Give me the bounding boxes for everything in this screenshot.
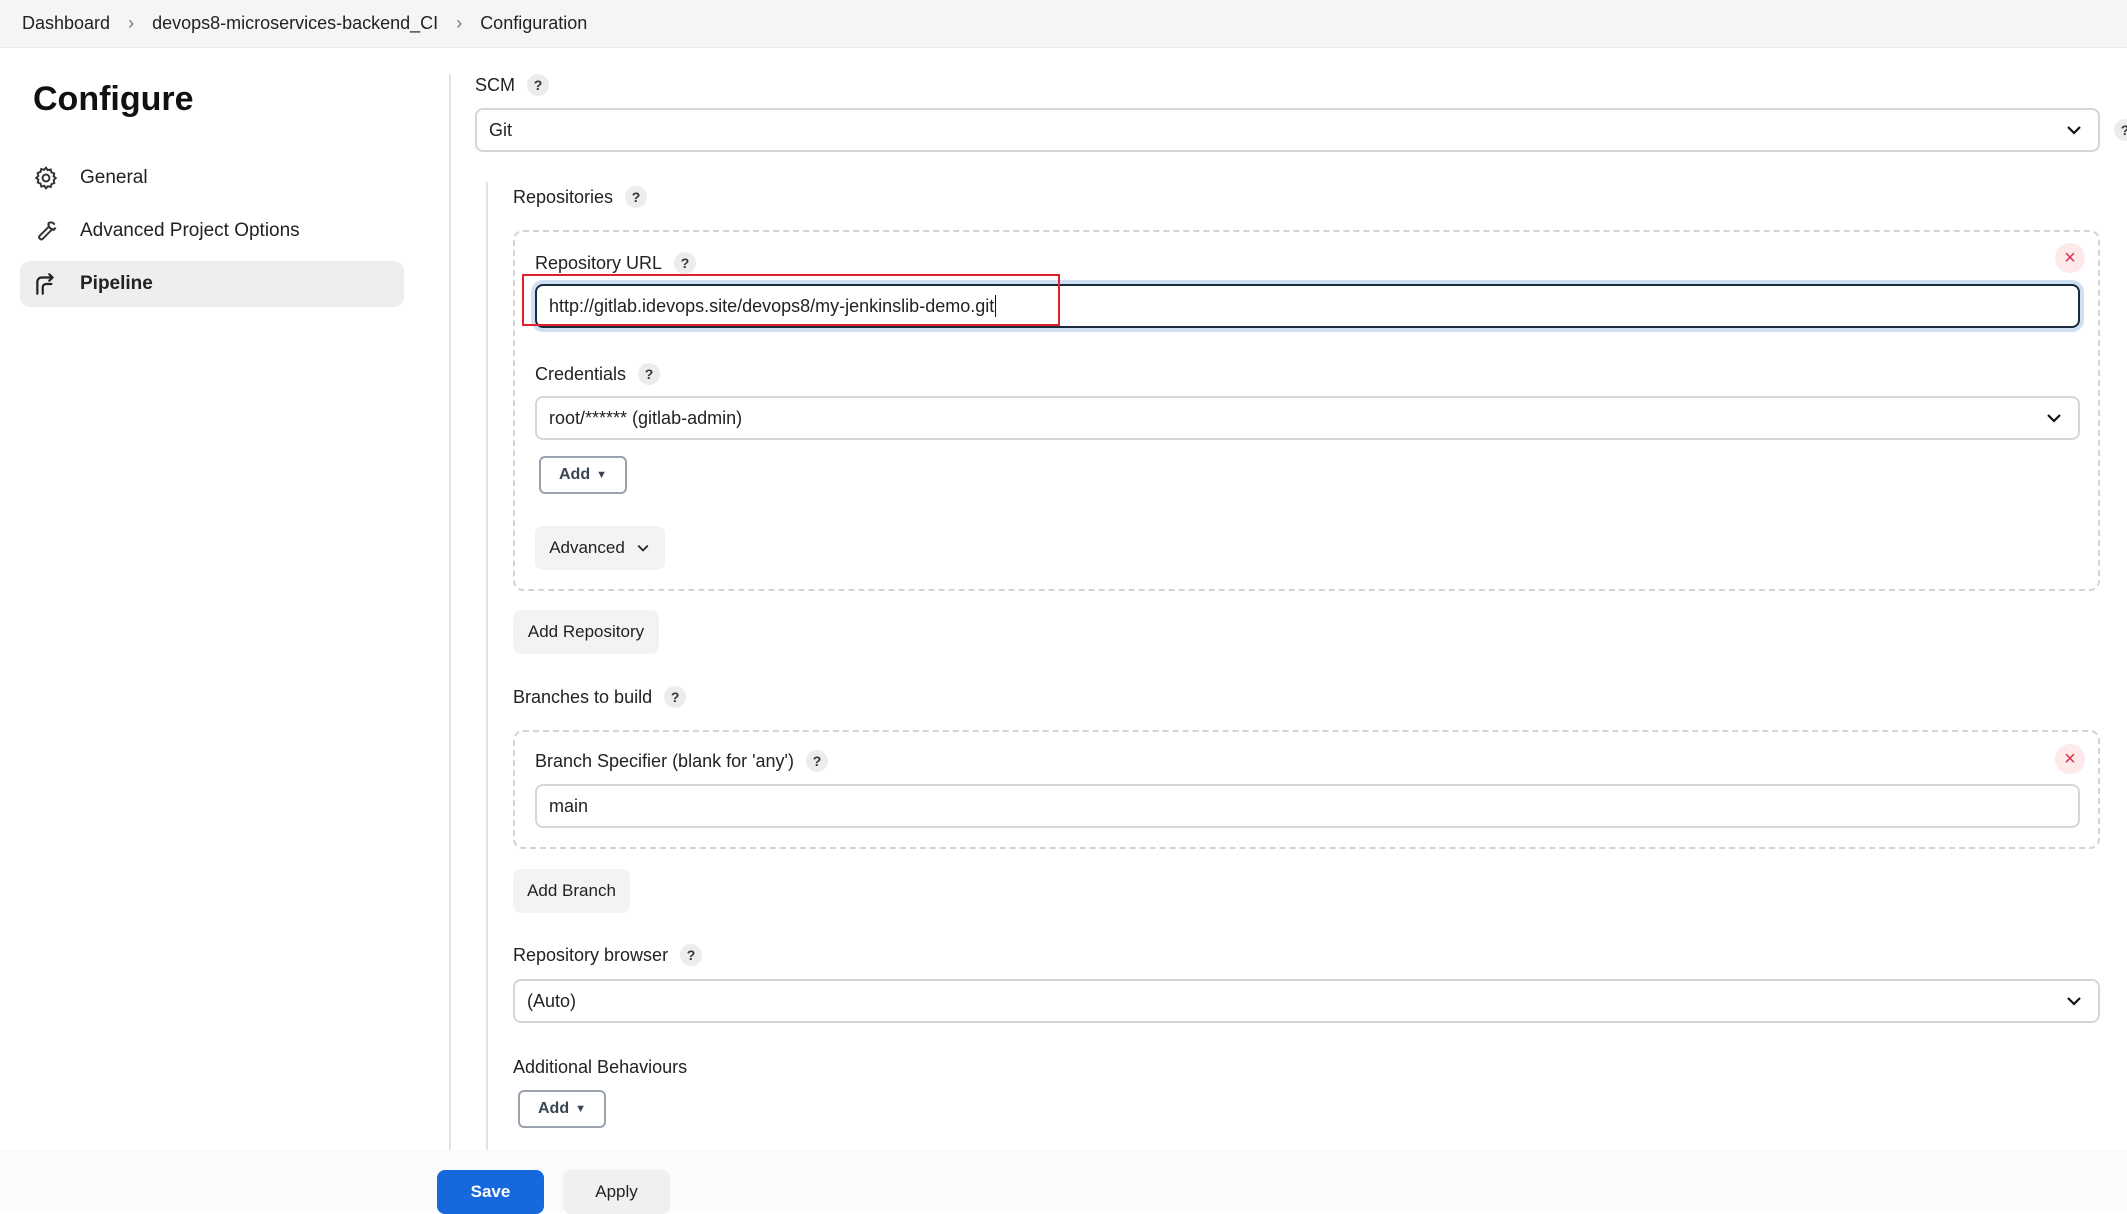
repository-browser-select[interactable]: (Auto) (513, 979, 2100, 1023)
gear-icon (32, 164, 60, 192)
repository-url-label-text: Repository URL (535, 252, 663, 273)
repositories-label-text: Repositories (513, 186, 614, 207)
additional-behaviours-label-text: Additional Behaviours (513, 1057, 688, 1077)
repository-browser-label: Repository browser ? (513, 944, 703, 966)
chevron-down-icon (2067, 126, 2081, 135)
help-icon[interactable]: ? (527, 74, 549, 96)
branch-specifier-label-text: Branch Specifier (blank for 'any') (535, 750, 794, 771)
advanced-button[interactable]: Advanced (535, 526, 665, 570)
additional-behaviours-label: Additional Behaviours (513, 1057, 687, 1078)
help-icon[interactable]: ? (680, 944, 703, 966)
add-behaviour-label: Add (538, 1100, 570, 1117)
help-icon[interactable]: ? (806, 750, 828, 772)
chevron-down-icon (2047, 414, 2061, 423)
help-icon[interactable]: ? (674, 252, 697, 274)
add-behaviour-button[interactable]: Add ▼ (518, 1090, 606, 1128)
save-button[interactable]: Save (437, 1170, 544, 1214)
repository-browser-value: (Auto) (527, 990, 577, 1011)
breadcrumb: Dashboard › devops8-microservices-backen… (0, 0, 2127, 48)
branch-specifier-value: main (549, 795, 589, 816)
scm-label-text: SCM (475, 74, 515, 95)
remove-branch-icon[interactable]: × (2055, 744, 2085, 774)
sidebar-item-label: Pipeline (80, 273, 153, 294)
caret-down-icon: ▼ (596, 469, 607, 481)
branches-label: Branches to build ? (513, 686, 687, 708)
credentials-select-value: root/****** (gitlab-admin) (549, 407, 743, 428)
repository-browser-label-text: Repository browser (513, 944, 669, 965)
repository-url-label: Repository URL ? (535, 252, 697, 274)
repositories-label: Repositories ? (513, 186, 648, 208)
sidebar-item-label: Advanced Project Options (80, 220, 300, 241)
pipeline-icon (32, 270, 60, 298)
section-indent-line (486, 182, 488, 1162)
caret-down-icon: ▼ (575, 1103, 586, 1115)
chevron-right-icon: › (456, 13, 463, 33)
help-icon[interactable]: ? (638, 363, 661, 385)
branch-specifier-input[interactable]: main (535, 784, 2080, 828)
sidebar-item-general[interactable]: General (20, 155, 404, 201)
help-icon[interactable]: ? (625, 186, 648, 208)
branch-specifier-label: Branch Specifier (blank for 'any') ? (535, 750, 828, 772)
breadcrumb-configuration: Configuration (480, 13, 588, 33)
chevron-down-icon (2067, 997, 2081, 1006)
scm-label: SCM ? (475, 74, 549, 96)
content-divider (449, 74, 451, 1154)
help-icon[interactable]: ? (2114, 119, 2127, 141)
add-credentials-button[interactable]: Add ▼ (539, 456, 627, 494)
add-branch-label: Add Branch (527, 881, 616, 900)
chevron-down-icon (637, 544, 649, 552)
chevron-right-icon: › (128, 13, 135, 33)
highlight-box (522, 274, 1060, 326)
wrench-icon (32, 217, 60, 245)
add-credentials-label: Add (559, 466, 591, 483)
credentials-label-text: Credentials (535, 363, 627, 384)
help-icon[interactable]: ? (664, 686, 687, 708)
advanced-button-label: Advanced (549, 538, 625, 557)
add-repository-label: Add Repository (527, 622, 645, 641)
branches-label-text: Branches to build (513, 686, 653, 707)
scm-select-value: Git (489, 119, 513, 140)
add-branch-button[interactable]: Add Branch (513, 869, 630, 913)
credentials-select[interactable]: root/****** (gitlab-admin) (535, 396, 2080, 440)
breadcrumb-project[interactable]: devops8-microservices-backend_CI (152, 13, 438, 34)
scm-select[interactable]: Git (475, 108, 2100, 152)
sidebar-item-pipeline[interactable]: Pipeline (20, 261, 404, 307)
remove-repository-icon[interactable]: × (2055, 243, 2085, 273)
sidebar-item-label: General (80, 167, 148, 188)
add-repository-button[interactable]: Add Repository (513, 610, 659, 654)
apply-button[interactable]: Apply (563, 1170, 670, 1214)
breadcrumb-dashboard[interactable]: Dashboard (22, 13, 110, 34)
page-title: Configure (33, 80, 194, 118)
bottom-action-bar (0, 1150, 2127, 1212)
credentials-label: Credentials ? (535, 363, 661, 385)
sidebar-item-advanced-project-options[interactable]: Advanced Project Options (20, 208, 404, 254)
